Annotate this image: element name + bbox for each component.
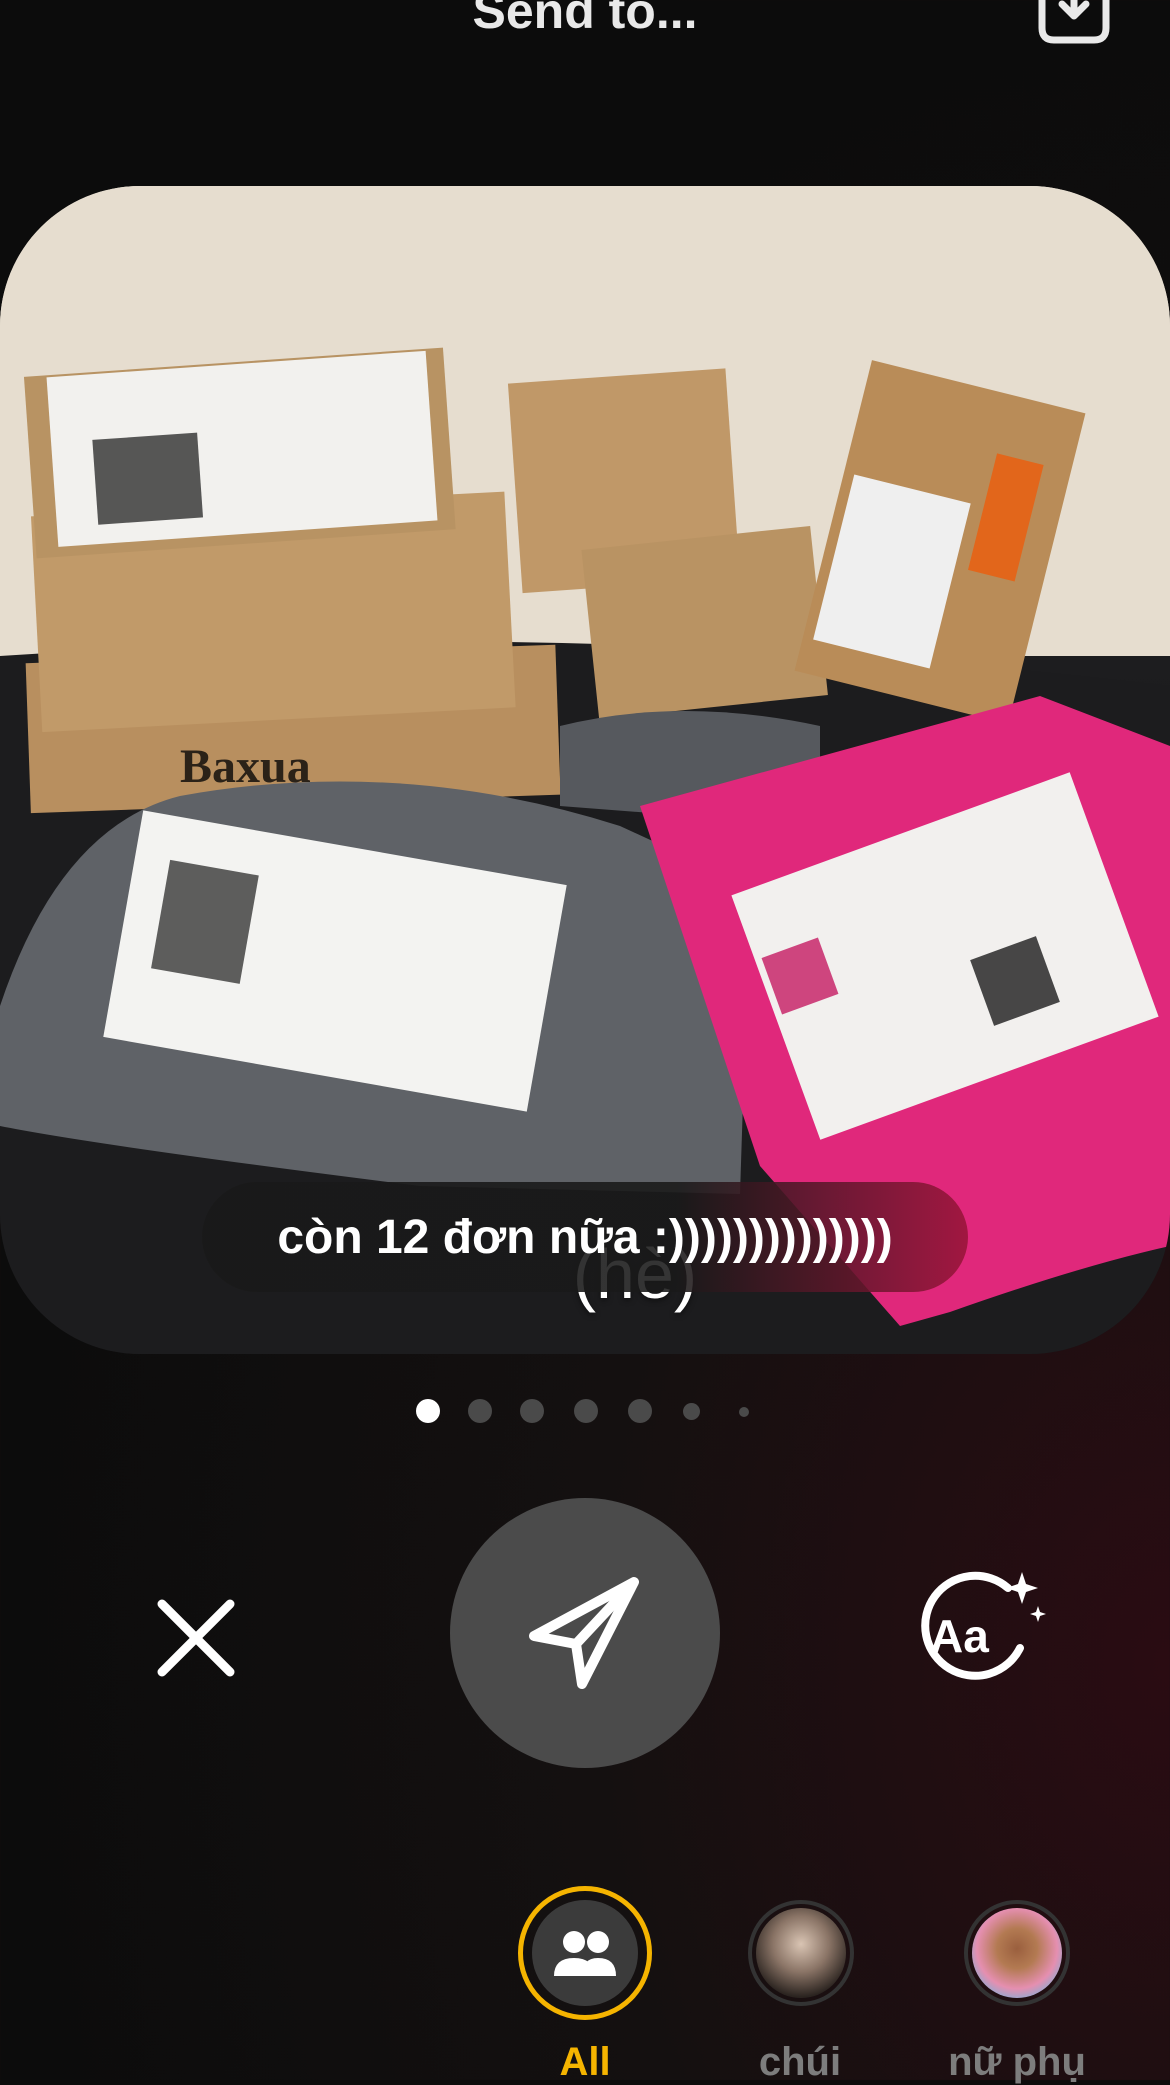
page-dot[interactable] [683, 1403, 700, 1420]
avatar [972, 1908, 1062, 1998]
text-style-icon: Aa [921, 1571, 1046, 1680]
caption-pill[interactable]: còn 12 đơn nữa :)))))))))))))) [202, 1182, 968, 1292]
group-icon [554, 1931, 616, 1976]
page-dot[interactable] [739, 1407, 749, 1417]
recipient-all[interactable] [518, 1886, 652, 2020]
page-dot-active[interactable] [416, 1399, 440, 1423]
pagination-dots [0, 1398, 1170, 1428]
page-title: Send to... [472, 0, 698, 39]
download-button[interactable] [1036, 0, 1112, 50]
download-icon [1038, 0, 1110, 44]
text-style-label: Aa [930, 1610, 989, 1662]
box-center-bottom [581, 525, 828, 720]
send-button[interactable] [450, 1498, 720, 1768]
close-icon [157, 1599, 235, 1677]
page-dot[interactable] [574, 1399, 598, 1423]
recipient-nu-phu[interactable] [964, 1900, 1070, 2006]
close-button[interactable] [148, 1590, 244, 1686]
page-dot[interactable] [468, 1399, 492, 1423]
packages-illustration: Baxua [0, 186, 1170, 1354]
recipient-label-nu-phu: nữ phụ [948, 2040, 1086, 2084]
page-dot[interactable] [628, 1399, 652, 1423]
recipient-chui[interactable] [748, 1900, 854, 2006]
page-dot[interactable] [520, 1399, 544, 1423]
photo-preview: Baxua (hè) [0, 186, 1170, 1354]
caption-text: còn 12 đơn nữa :)))))))))))))) [277, 1210, 893, 1264]
send-icon [529, 1577, 639, 1689]
text-style-button[interactable]: Aa [910, 1568, 1046, 1688]
avatar [756, 1908, 846, 1998]
